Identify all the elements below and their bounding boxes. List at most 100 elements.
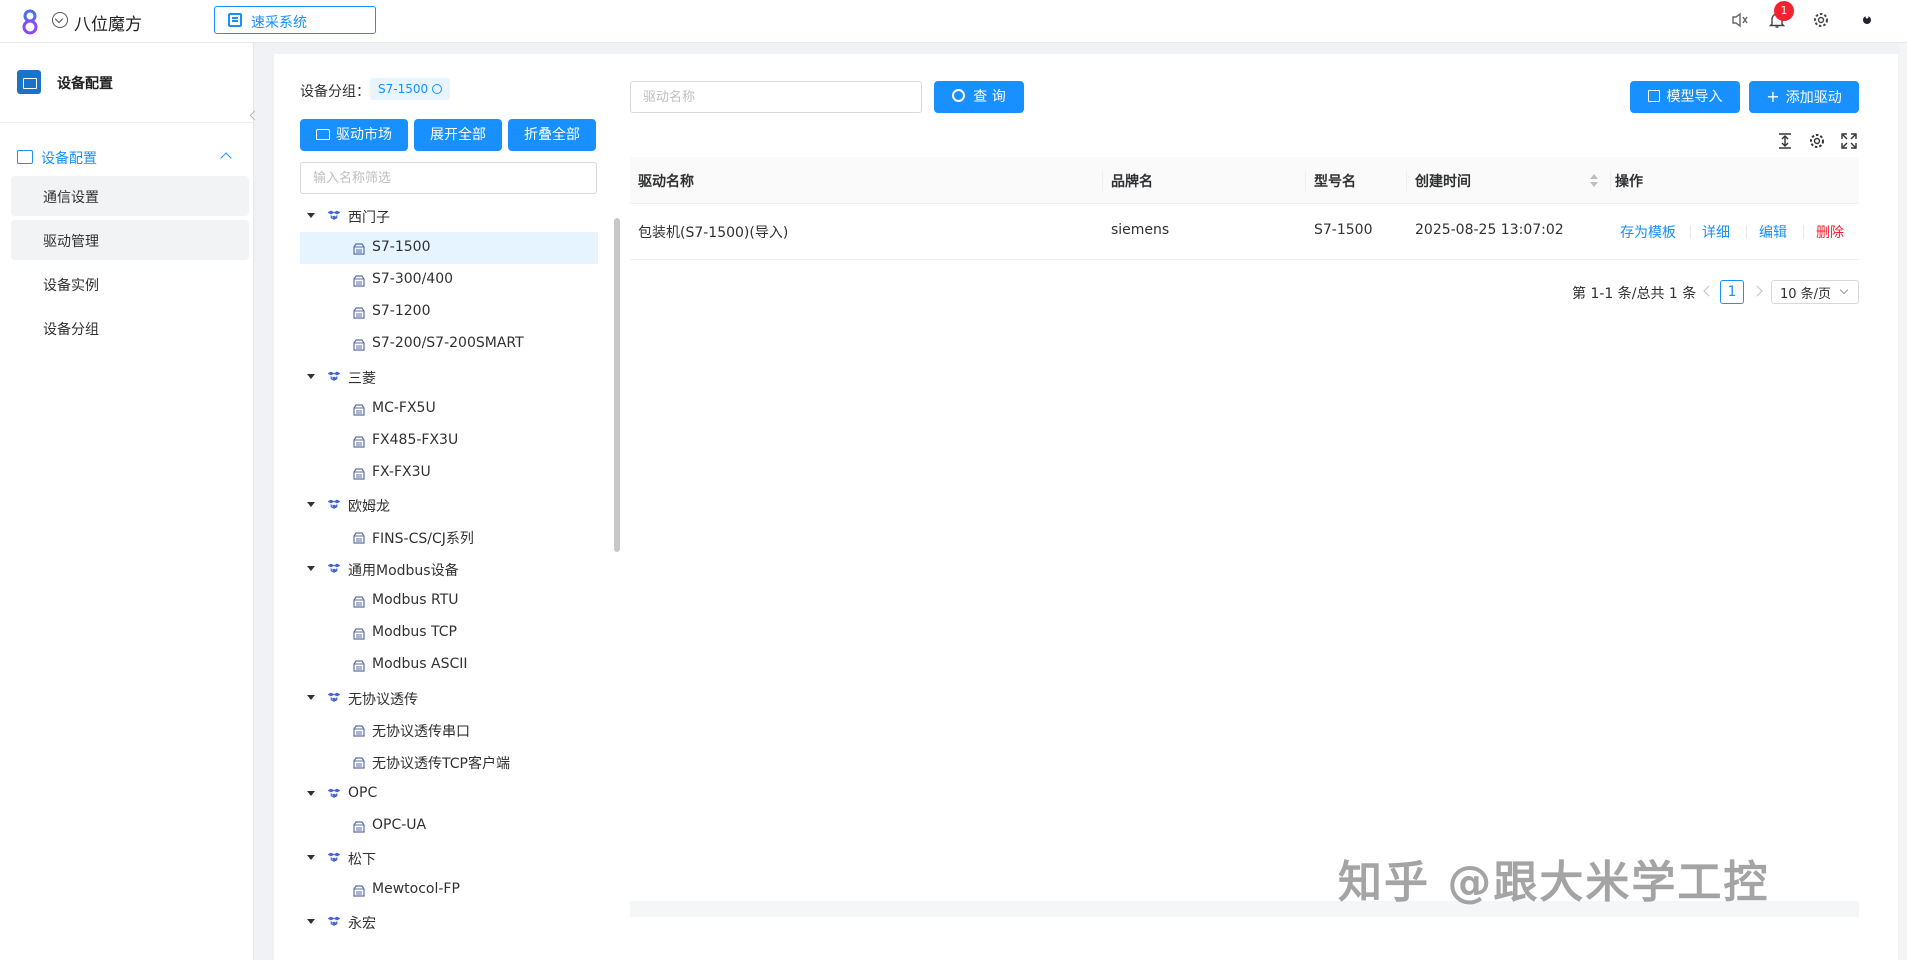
tree-brand-node[interactable]: 松下	[300, 842, 598, 874]
tree-driver-node[interactable]: Modbus ASCII	[300, 649, 598, 681]
tree-brand-node[interactable]: 欧姆龙	[300, 489, 598, 521]
cubes-icon	[328, 852, 340, 862]
driver-icon	[353, 532, 365, 544]
tree-driver-node[interactable]: OPC-UA	[300, 810, 598, 842]
cubes-icon	[328, 916, 340, 926]
tree-driver-node[interactable]: S7-1200	[300, 296, 598, 328]
model-import-button[interactable]: 模型导入	[1630, 81, 1740, 113]
page-1-button[interactable]: 1	[1720, 280, 1744, 304]
close-icon[interactable]	[432, 84, 443, 94]
gear-icon[interactable]	[1812, 11, 1830, 29]
prev-page-icon[interactable]	[1703, 285, 1715, 297]
tree-node-label: OPC	[348, 784, 378, 801]
collapse-all-button[interactable]: 折叠全部	[508, 119, 596, 151]
sidebar-item-driver-management[interactable]: 驱动管理	[11, 220, 249, 260]
group-tag: S7-1500	[370, 78, 451, 100]
cubes-icon	[328, 499, 340, 509]
column-divider	[1406, 171, 1407, 191]
cubes-icon	[328, 371, 340, 381]
caret-down-icon[interactable]	[307, 373, 315, 379]
group-label: 设备分组：	[300, 84, 370, 100]
page-size-value: 10 条/页	[1780, 287, 1832, 302]
tree-node-label: 三菱	[348, 370, 376, 387]
search-button[interactable]: 查 询	[934, 81, 1024, 113]
detail-link[interactable]: 详细	[1702, 222, 1730, 242]
tree-driver-node[interactable]: Mewtocol-FP	[300, 874, 598, 906]
fullscreen-icon[interactable]	[1840, 132, 1858, 150]
brand-name: 八位魔方	[74, 15, 142, 35]
tree-brand-node[interactable]: 通用Modbus设备	[300, 553, 598, 585]
system-select-label: 速采系统	[251, 15, 307, 31]
tree-driver-node[interactable]: S7-200/S7-200SMART	[300, 328, 598, 360]
caret-down-icon[interactable]	[307, 790, 315, 796]
tree-brand-node[interactable]: 三菱	[300, 361, 598, 393]
tree-driver-node[interactable]: 无协议透传TCP客户端	[300, 746, 598, 778]
table-settings-icon[interactable]	[1808, 132, 1826, 150]
tree-driver-node[interactable]: S7-1500	[300, 232, 598, 265]
app-logo-icon[interactable]	[20, 8, 40, 36]
column-header-model: 型号名	[1314, 174, 1356, 190]
driver-name-search-input[interactable]	[630, 81, 922, 113]
sidebar-collapse-icon[interactable]	[246, 109, 260, 123]
driver-icon	[353, 468, 365, 480]
tree-node-label: MC-FX5U	[372, 399, 436, 416]
cubes-icon	[328, 788, 340, 798]
sidebar-item-device-group[interactable]: 设备分组	[11, 308, 249, 348]
delete-link[interactable]: 删除	[1816, 222, 1844, 242]
column-divider	[1305, 171, 1306, 191]
caret-down-icon[interactable]	[307, 855, 315, 860]
tree-brand-node[interactable]: 无协议透传	[300, 682, 598, 714]
page-scrollbar[interactable]	[1899, 43, 1907, 960]
tree-node-label: Mewtocol-FP	[372, 881, 460, 898]
tree-driver-node[interactable]: S7-300/400	[300, 264, 598, 296]
tree-node-label: 无协议透传串口	[372, 723, 470, 740]
caret-down-icon[interactable]	[307, 501, 315, 507]
sort-icon[interactable]	[1589, 174, 1599, 188]
column-height-icon[interactable]	[1776, 132, 1794, 150]
driver-icon	[353, 403, 365, 416]
system-select[interactable]: 速采系统	[214, 6, 376, 34]
avatar[interactable]	[1858, 11, 1876, 29]
save-as-template-link[interactable]: 存为模板	[1620, 222, 1676, 242]
sidebar-item-comm-settings[interactable]: 通信设置	[11, 176, 249, 216]
cell-driver-name: 包装机(S7-1500)(导入)	[638, 225, 789, 241]
tree-driver-node[interactable]: Modbus RTU	[300, 585, 598, 617]
column-header-brand: 品牌名	[1111, 174, 1153, 190]
caret-down-icon[interactable]	[307, 694, 315, 700]
sidebar: 设备配置 设备配置 通信设置 驱动管理 设备实例 设备分组	[0, 43, 254, 960]
tree-driver-node[interactable]: MC-FX5U	[300, 393, 598, 425]
tree-driver-node[interactable]: FX-FX3U	[300, 457, 598, 489]
tree-brand-node[interactable]: OPC	[300, 778, 598, 810]
tree-driver-node[interactable]: Modbus TCP	[300, 617, 598, 649]
tree-node-label: 欧姆龙	[348, 498, 390, 515]
cubes-icon	[328, 692, 340, 702]
caret-down-icon[interactable]	[307, 566, 315, 572]
tree-brand-node[interactable]: 永宏	[300, 906, 598, 938]
app-switch-icon[interactable]	[52, 12, 68, 28]
sidebar-item-device-instance[interactable]: 设备实例	[11, 264, 249, 304]
page-size-select[interactable]: 10 条/页	[1771, 280, 1859, 304]
tree-driver-node[interactable]: 无协议透传串口	[300, 714, 598, 746]
sidebar-header: 设备配置	[0, 43, 253, 123]
driver-market-button[interactable]: 驱动市场	[300, 119, 408, 151]
caret-down-icon[interactable]	[307, 213, 315, 218]
add-driver-button[interactable]: + 添加驱动	[1749, 81, 1859, 113]
cell-created-time: 2025-08-25 13:07:02	[1415, 222, 1564, 238]
device-tree-panel: 设备分组： S7-1500 驱动市场 展开全部 折叠全部 西门子 S7-1500 S…	[288, 70, 620, 944]
sidebar-group-device-config[interactable]: 设备配置	[0, 138, 253, 178]
tree-driver-node[interactable]: FX485-FX3U	[300, 425, 598, 457]
sidebar-group-label: 设备配置	[41, 151, 97, 167]
column-divider	[1610, 171, 1611, 191]
volume-mute-icon[interactable]	[1731, 11, 1749, 29]
pagination-total: 第 1-1 条/总共 1 条	[1572, 286, 1697, 302]
cell-model: S7-1500	[1314, 222, 1373, 238]
edit-link[interactable]: 编辑	[1759, 222, 1787, 242]
caret-down-icon[interactable]	[307, 919, 315, 925]
expand-all-button[interactable]: 展开全部	[414, 119, 502, 151]
next-page-icon[interactable]	[1751, 285, 1763, 297]
column-header-created-time[interactable]: 创建时间	[1415, 171, 1471, 191]
tree-driver-node[interactable]: FINS-CS/CJ系列	[300, 521, 598, 553]
tree-filter-input[interactable]	[300, 162, 597, 194]
tree-brand-node[interactable]: 西门子	[300, 200, 598, 232]
watermark: 知乎 @跟大米学工控	[1338, 857, 1770, 908]
